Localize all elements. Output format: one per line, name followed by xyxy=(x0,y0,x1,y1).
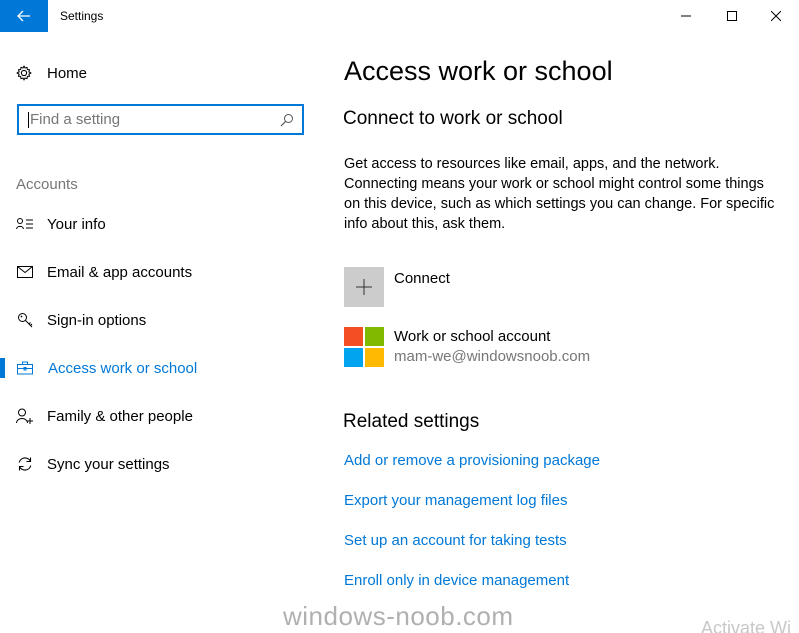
gear-icon xyxy=(16,65,32,81)
sidebar-item-family-other-people[interactable]: Family & other people xyxy=(0,396,320,436)
link-provisioning-package[interactable]: Add or remove a provisioning package xyxy=(344,452,600,469)
close-icon xyxy=(771,11,781,21)
connect-label: Connect xyxy=(394,270,450,287)
sidebar-item-label: Your info xyxy=(47,215,106,233)
sidebar-item-label: Sync your settings xyxy=(47,455,170,473)
link-export-management-logs[interactable]: Export your management log files xyxy=(344,492,567,509)
maximize-icon xyxy=(727,11,737,21)
sidebar-item-your-info[interactable]: Your info xyxy=(0,204,320,244)
key-icon xyxy=(16,311,34,329)
sidebar-item-label: Access work or school xyxy=(48,359,198,377)
sidebar: Home Accounts Your info xyxy=(0,32,320,633)
account-email: mam-we@windowsnoob.com xyxy=(394,348,591,365)
plus-icon xyxy=(344,267,384,307)
watermark: windows-noob.com xyxy=(283,601,514,631)
maximize-button[interactable] xyxy=(709,0,755,32)
work-account-entry[interactable]: Work or school account mam-we@windowsnoo… xyxy=(344,327,590,367)
sidebar-item-label: Email & app accounts xyxy=(47,263,193,281)
mail-icon xyxy=(16,263,34,281)
back-button[interactable] xyxy=(0,0,48,32)
minimize-button[interactable] xyxy=(663,0,709,32)
person-list-icon xyxy=(16,215,34,233)
close-button[interactable] xyxy=(753,0,799,32)
search-box[interactable] xyxy=(17,104,304,135)
window-title: Settings xyxy=(60,9,104,23)
account-type: Work or school account xyxy=(394,328,551,345)
back-arrow-icon xyxy=(17,10,30,22)
section-title: Connect to work or school xyxy=(343,108,563,129)
sidebar-item-label: Family & other people xyxy=(47,407,193,425)
main-content: Access work or school Connect to work or… xyxy=(343,32,799,633)
sidebar-item-label: Sign-in options xyxy=(47,311,147,329)
sidebar-item-sync-settings[interactable]: Sync your settings xyxy=(0,444,320,484)
active-indicator xyxy=(0,358,5,378)
connect-button[interactable]: Connect xyxy=(344,267,450,307)
home-label: Home xyxy=(47,64,88,82)
description-text: Get access to resources like email, apps… xyxy=(344,156,775,232)
sidebar-item-access-work-or-school[interactable]: Access work or school xyxy=(0,348,320,388)
briefcase-icon xyxy=(16,359,34,377)
link-set-up-test-account[interactable]: Set up an account for taking tests xyxy=(344,532,567,549)
search-input[interactable] xyxy=(30,111,270,128)
accounts-section-header: Accounts xyxy=(16,176,78,193)
sidebar-item-email-accounts[interactable]: Email & app accounts xyxy=(0,252,320,292)
link-enroll-device-management[interactable]: Enroll only in device management xyxy=(344,572,569,589)
search-icon[interactable] xyxy=(280,113,294,127)
activate-windows-text: Activate Wi xyxy=(701,618,792,633)
home-link[interactable]: Home xyxy=(16,62,87,84)
sync-icon xyxy=(16,455,34,473)
text-caret xyxy=(28,111,29,128)
sidebar-item-sign-in-options[interactable]: Sign-in options xyxy=(0,300,320,340)
add-person-icon xyxy=(16,407,34,425)
minimize-icon xyxy=(681,15,691,17)
microsoft-logo-icon xyxy=(344,327,384,367)
title-bar: Settings xyxy=(0,0,799,32)
page-title: Access work or school xyxy=(344,56,613,86)
related-settings-header: Related settings xyxy=(343,411,480,432)
